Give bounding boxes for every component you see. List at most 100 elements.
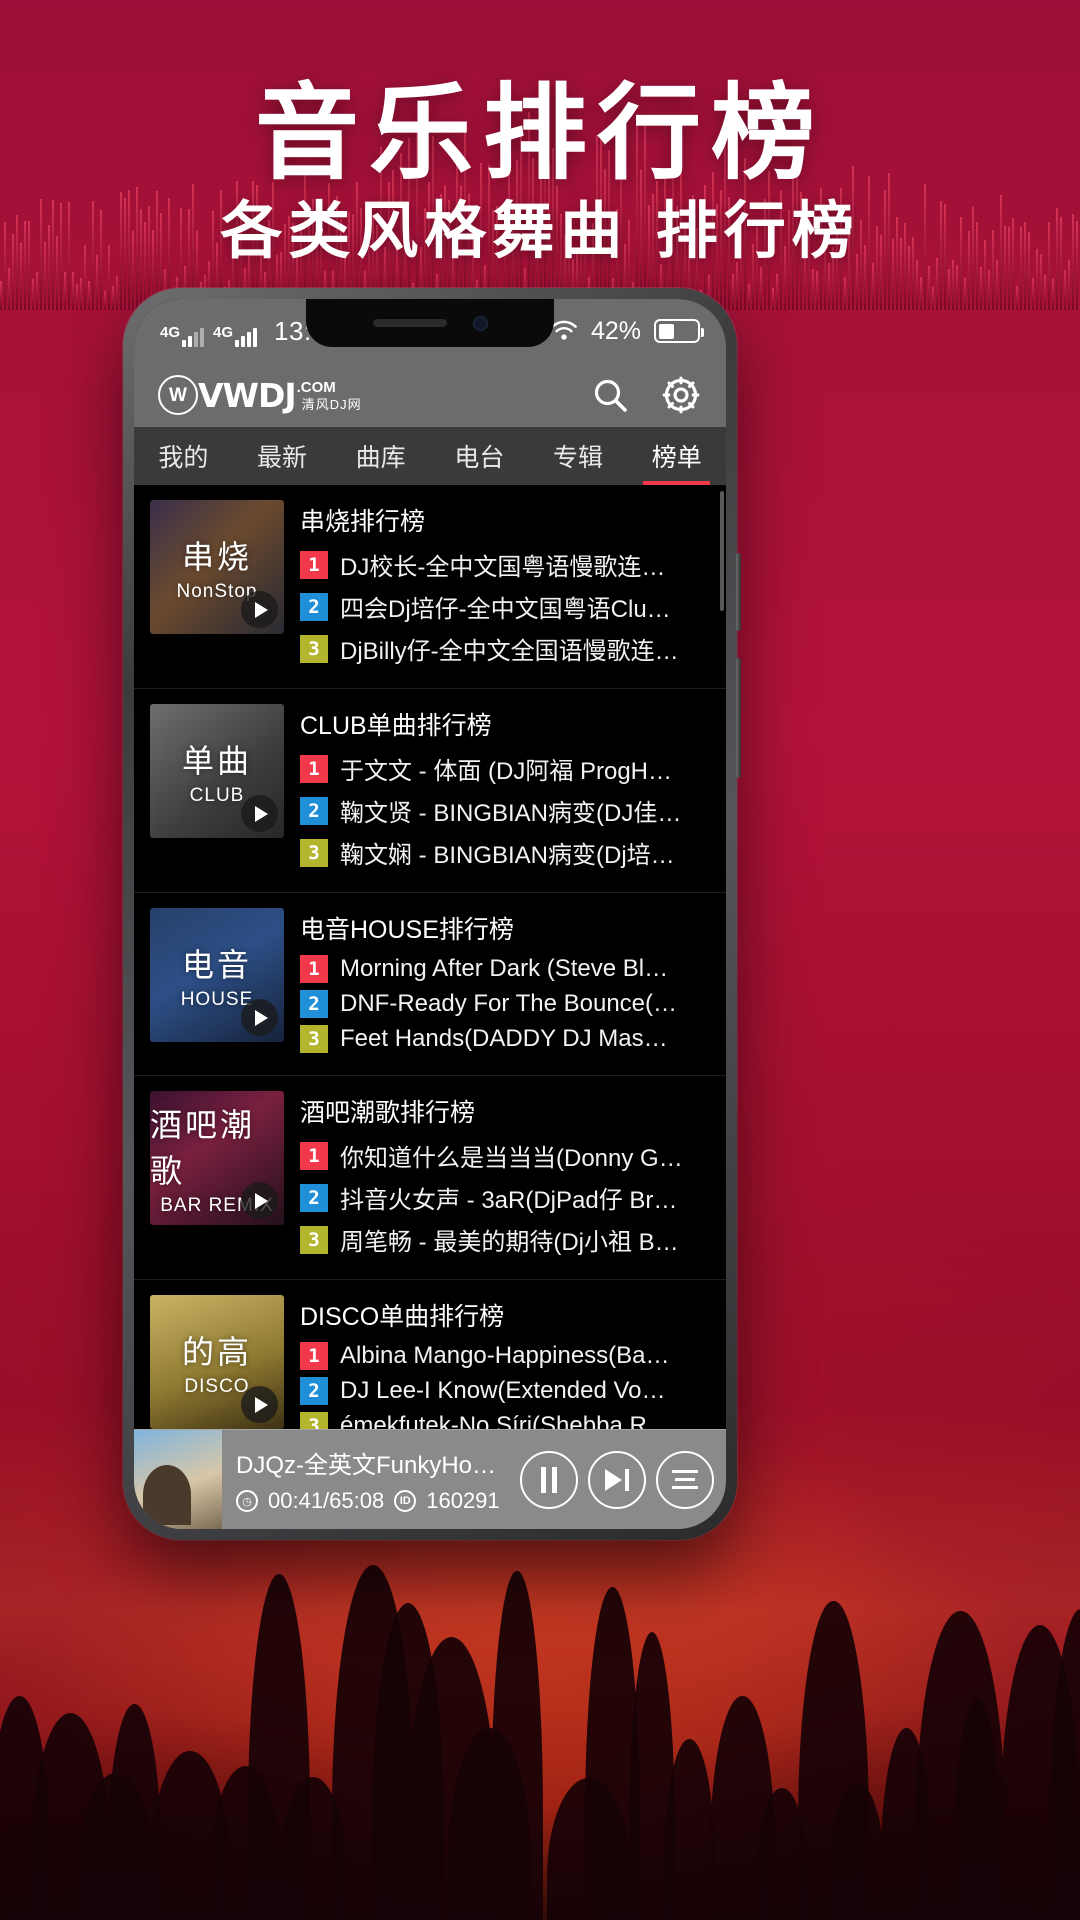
song-row[interactable]: 1 Albina Mango-Happiness(Ba… bbox=[300, 1342, 718, 1370]
logo-text: VWDJ bbox=[198, 376, 296, 415]
tab-mine[interactable]: 我的 bbox=[134, 427, 233, 485]
tab-label: 曲库 bbox=[356, 438, 406, 474]
logo-chinese-name: 清风DJ网 bbox=[302, 394, 362, 413]
cover-en-label: DISCO bbox=[184, 1376, 249, 1398]
song-title: Feet Hands(DADDY DJ Mas… bbox=[340, 1025, 668, 1053]
cover-cn-label: 酒吧潮歌 bbox=[150, 1100, 284, 1192]
song-title: 周笔畅 - 最美的期待(Dj小祖 B… bbox=[340, 1222, 679, 1257]
list-item[interactable]: 单曲 CLUB CLUB单曲排行榜 1 于文文 - 体面 (DJ阿福 ProgH…… bbox=[134, 689, 726, 893]
playlist-menu-icon bbox=[672, 1470, 698, 1489]
next-track-button[interactable] bbox=[588, 1451, 646, 1509]
chart-body: 串烧排行榜 1 DJ校长-全中文国粤语慢歌连… 2 四会Dj培仔-全中文国粤语Clu… bbox=[284, 500, 726, 673]
tab-album[interactable]: 专辑 bbox=[529, 427, 628, 485]
rank-badge: 2 bbox=[300, 593, 328, 621]
tab-bar: 我的 最新 曲库 电台 专辑 榜单 bbox=[134, 427, 726, 485]
song-row[interactable]: 3 DjBilly仔-全中文全国语慢歌连… bbox=[300, 631, 718, 666]
song-row[interactable]: 2 DNF-Ready For The Bounce(… bbox=[300, 990, 718, 1018]
tab-radio[interactable]: 电台 bbox=[430, 427, 529, 485]
chart-title: 酒吧潮歌排行榜 bbox=[300, 1093, 718, 1129]
chart-cover[interactable]: 的高 DISCO bbox=[150, 1295, 284, 1429]
id-icon: ID bbox=[394, 1490, 416, 1512]
mini-player-bar[interactable]: DJQz-全英文FunkyHouse音乐趋 ◷ 00:41/65:08 ID 1… bbox=[134, 1429, 726, 1529]
rank-badge: 2 bbox=[300, 1377, 328, 1405]
track-id: 160291 bbox=[426, 1488, 499, 1514]
phone-device-frame: 4G 4G 13:56 bbox=[123, 288, 737, 1540]
vertical-scrollbar[interactable] bbox=[720, 491, 724, 611]
song-row[interactable]: 2 四会Dj培仔-全中文国粤语Clu… bbox=[300, 589, 718, 624]
app-logo[interactable]: W VWDJ .COM 清风DJ网 bbox=[158, 375, 362, 415]
next-track-icon bbox=[605, 1469, 629, 1491]
gear-icon[interactable] bbox=[660, 374, 702, 416]
cover-en-label: HOUSE bbox=[181, 989, 254, 1011]
rank-badge: 3 bbox=[300, 635, 328, 663]
play-icon[interactable] bbox=[241, 591, 278, 628]
rank-badge: 1 bbox=[300, 955, 328, 983]
play-icon[interactable] bbox=[241, 1386, 278, 1423]
chart-cover[interactable]: 酒吧潮歌 BAR REMIX bbox=[150, 1091, 284, 1225]
chart-body: 酒吧潮歌排行榜 1 你知道什么是当当当(Donny G… 2 抖音火女声 - 3aR… bbox=[284, 1091, 726, 1264]
signal-bars-1 bbox=[182, 328, 204, 347]
song-title: 抖音火女声 - 3aR(DjPad仔 Br… bbox=[340, 1180, 677, 1215]
song-title: DJ校长-全中文国粤语慢歌连… bbox=[340, 547, 665, 582]
song-row[interactable]: 1 Morning After Dark (Steve Bl… bbox=[300, 955, 718, 983]
chart-cover[interactable]: 电音 HOUSE bbox=[150, 908, 284, 1042]
phone-notch bbox=[306, 299, 554, 347]
chart-cover[interactable]: 单曲 CLUB bbox=[150, 704, 284, 838]
cover-cn-label: 单曲 bbox=[182, 736, 252, 782]
network-type-label-1: 4G bbox=[160, 325, 180, 340]
tab-newest[interactable]: 最新 bbox=[233, 427, 332, 485]
tab-library[interactable]: 曲库 bbox=[331, 427, 430, 485]
song-row[interactable]: 1 于文文 - 体面 (DJ阿福 ProgH… bbox=[300, 751, 718, 786]
song-title: 你知道什么是当当当(Donny G… bbox=[340, 1138, 683, 1173]
pause-button[interactable] bbox=[520, 1451, 578, 1509]
playlist-button[interactable] bbox=[656, 1451, 714, 1509]
play-icon[interactable] bbox=[241, 1182, 278, 1219]
list-item[interactable]: 电音 HOUSE 电音HOUSE排行榜 1 Morning After Dark … bbox=[134, 893, 726, 1076]
rank-badge: 3 bbox=[300, 839, 328, 867]
chart-list[interactable]: 串烧 NonStop 串烧排行榜 1 DJ校长-全中文国粤语慢歌连… 2 四会Dj培… bbox=[134, 485, 726, 1529]
rank-badge: 1 bbox=[300, 1342, 328, 1370]
tab-label: 最新 bbox=[257, 438, 307, 474]
song-title: DJ Lee-I Know(Extended Vo… bbox=[340, 1377, 666, 1405]
chart-body: 电音HOUSE排行榜 1 Morning After Dark (Steve Bl… bbox=[284, 908, 726, 1060]
poster-title: 音乐排行榜 bbox=[0, 48, 1080, 199]
song-title: 于文文 - 体面 (DJ阿福 ProgH… bbox=[340, 751, 672, 786]
play-icon[interactable] bbox=[241, 999, 278, 1036]
rank-badge: 1 bbox=[300, 755, 328, 783]
song-row[interactable]: 3 周笔畅 - 最美的期待(Dj小祖 B… bbox=[300, 1222, 718, 1257]
chart-title: DISCO单曲排行榜 bbox=[300, 1297, 718, 1333]
now-playing-artwork[interactable] bbox=[134, 1430, 222, 1530]
rank-badge: 1 bbox=[300, 1142, 328, 1170]
battery-icon bbox=[654, 319, 700, 343]
play-icon[interactable] bbox=[241, 795, 278, 832]
tab-label: 电台 bbox=[454, 438, 504, 474]
song-row[interactable]: 1 你知道什么是当当当(Donny G… bbox=[300, 1138, 718, 1173]
now-playing-title: DJQz-全英文FunkyHouse音乐趋 bbox=[236, 1445, 500, 1480]
song-title: DjBilly仔-全中文全国语慢歌连… bbox=[340, 631, 679, 666]
song-title: 四会Dj培仔-全中文国粤语Clu… bbox=[340, 589, 671, 624]
song-row[interactable]: 2 鞠文贤 - BINGBIAN病变(DJ佳… bbox=[300, 793, 718, 828]
list-item[interactable]: 酒吧潮歌 BAR REMIX 酒吧潮歌排行榜 1 你知道什么是当当当(Donny … bbox=[134, 1076, 726, 1280]
cover-en-label: CLUB bbox=[190, 785, 245, 807]
app-header: W VWDJ .COM 清风DJ网 bbox=[134, 363, 726, 427]
song-row[interactable]: 2 DJ Lee-I Know(Extended Vo… bbox=[300, 1377, 718, 1405]
logo-mark-icon: W bbox=[158, 375, 198, 415]
rank-badge: 3 bbox=[300, 1025, 328, 1053]
now-playing-meta: ◷ 00:41/65:08 ID 160291 bbox=[236, 1488, 500, 1514]
now-playing-info: DJQz-全英文FunkyHouse音乐趋 ◷ 00:41/65:08 ID 1… bbox=[222, 1445, 510, 1514]
song-row[interactable]: 2 抖音火女声 - 3aR(DjPad仔 Br… bbox=[300, 1180, 718, 1215]
search-icon[interactable] bbox=[590, 375, 630, 415]
cover-cn-label: 串烧 bbox=[182, 532, 252, 578]
chart-body: CLUB单曲排行榜 1 于文文 - 体面 (DJ阿福 ProgH… 2 鞠文贤 - … bbox=[284, 704, 726, 877]
song-row[interactable]: 3 Feet Hands(DADDY DJ Mas… bbox=[300, 1025, 718, 1053]
chart-body: DISCO单曲排行榜 1 Albina Mango-Happiness(Ba… 2… bbox=[284, 1295, 726, 1447]
tab-charts[interactable]: 榜单 bbox=[627, 427, 726, 485]
network-type-label-2: 4G bbox=[213, 325, 233, 340]
phone-screen: 4G 4G 13:56 bbox=[134, 299, 726, 1529]
chart-title: 串烧排行榜 bbox=[300, 502, 718, 538]
list-item[interactable]: 串烧 NonStop 串烧排行榜 1 DJ校长-全中文国粤语慢歌连… 2 四会Dj培… bbox=[134, 485, 726, 689]
song-row[interactable]: 3 鞠文娴 - BINGBIAN病变(Dj培… bbox=[300, 835, 718, 870]
song-row[interactable]: 1 DJ校长-全中文国粤语慢歌连… bbox=[300, 547, 718, 582]
cover-cn-label: 电音 bbox=[182, 940, 252, 986]
chart-cover[interactable]: 串烧 NonStop bbox=[150, 500, 284, 634]
